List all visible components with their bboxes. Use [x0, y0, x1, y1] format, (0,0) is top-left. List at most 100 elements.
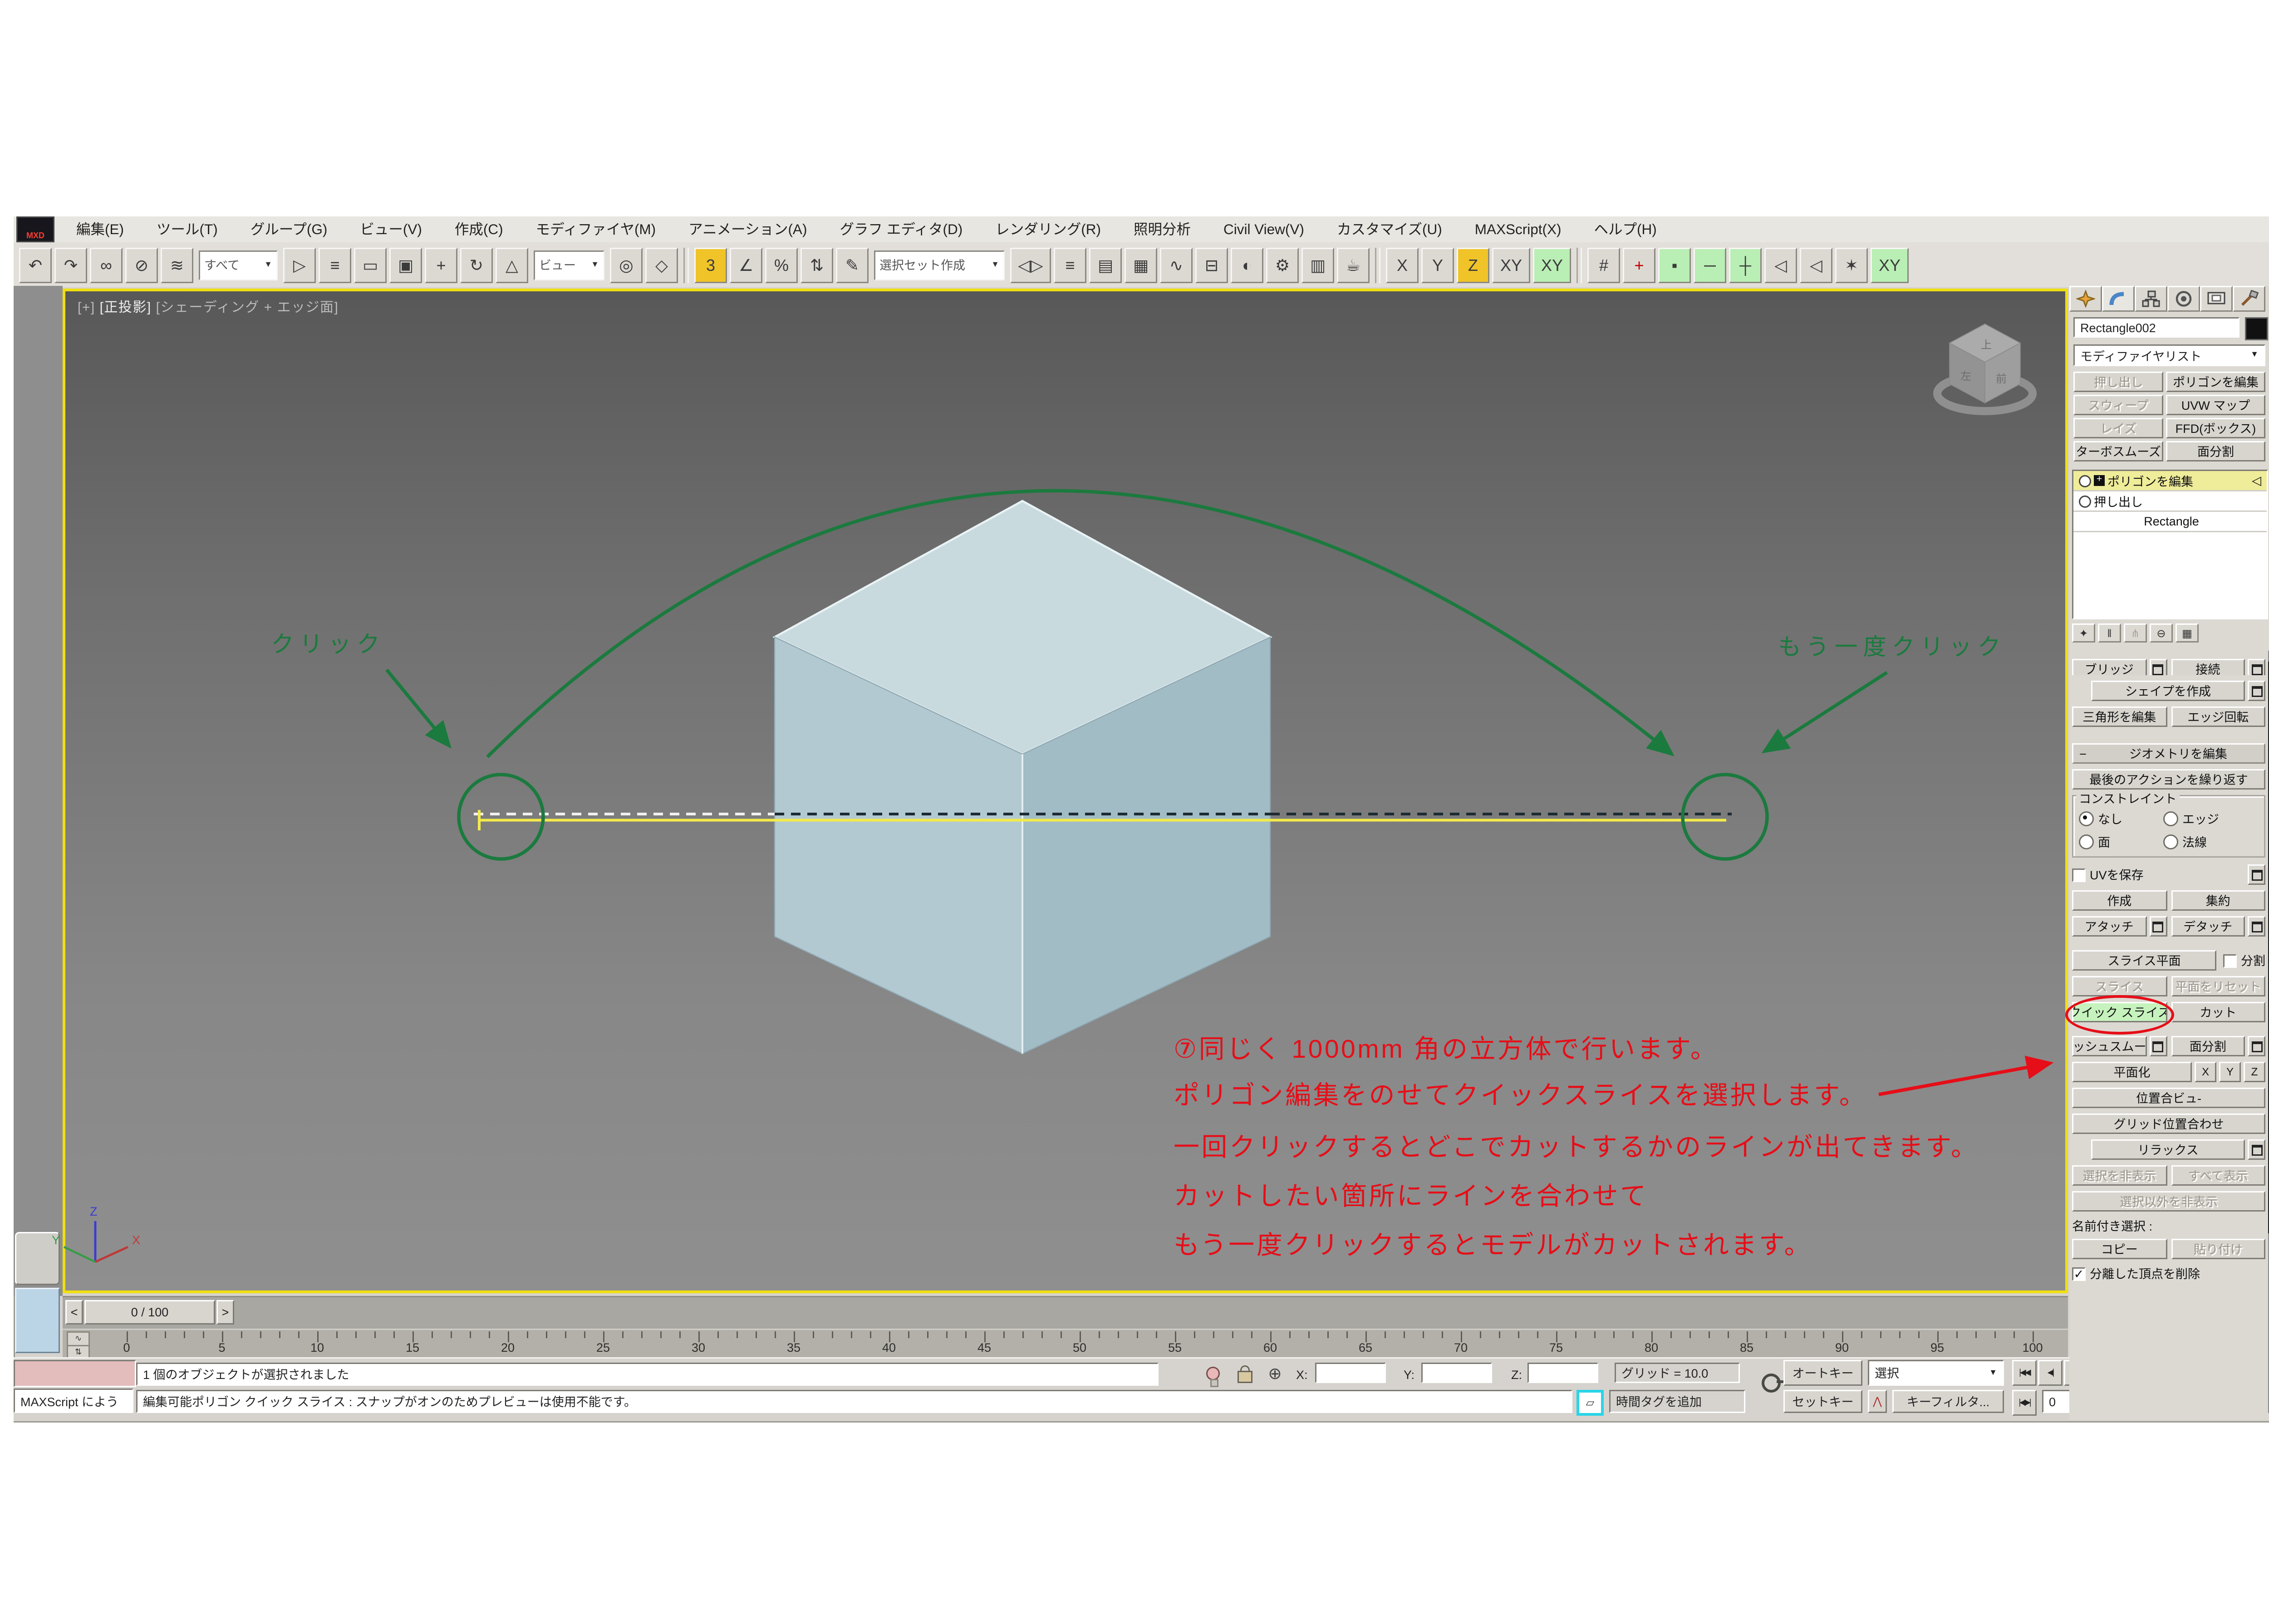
- relax-button[interactable]: リラックス: [2091, 1139, 2245, 1160]
- radio-icon[interactable]: [2163, 834, 2178, 849]
- bridge-connect-a-button[interactable]: ブリッジ: [2072, 659, 2146, 675]
- select-object-icon[interactable]: ▷: [283, 247, 316, 283]
- repeat-last-button[interactable]: 最後のアクションを繰り返す: [2072, 769, 2265, 790]
- quick-modifier-button-5[interactable]: FFD(ボックス): [2166, 418, 2265, 438]
- delete-isolated-vertices-checkbox[interactable]: ✓: [2072, 1266, 2086, 1281]
- menu-item-8[interactable]: レンダリング(R): [979, 219, 1117, 240]
- isolate-selection-icon[interactable]: [1203, 1363, 1221, 1387]
- slice-resetplane-a-button[interactable]: スライス: [2072, 976, 2167, 996]
- copy-paste-b-button[interactable]: 貼り付け: [2171, 1239, 2265, 1259]
- add-time-tag[interactable]: 時間タグを追加: [1609, 1390, 1745, 1413]
- visibility-bulb-icon[interactable]: [2079, 495, 2091, 507]
- preserve-uv-checkbox[interactable]: [2072, 868, 2086, 882]
- attach-detach-b-settings-icon[interactable]: [2248, 916, 2265, 937]
- app-logo[interactable]: MXD: [16, 216, 54, 242]
- configure-modifier-sets-icon[interactable]: ▦: [2176, 623, 2199, 643]
- use-pivot-center-icon[interactable]: ◎: [610, 247, 643, 283]
- y-coord-field[interactable]: [1421, 1363, 1492, 1383]
- bridge-connect-b-settings-icon[interactable]: [2248, 659, 2265, 675]
- make-planar-button[interactable]: 平面化: [2072, 1062, 2192, 1082]
- select-rotate-icon[interactable]: ↻: [460, 247, 493, 283]
- selection-lock-icon[interactable]: [1236, 1363, 1254, 1383]
- meshsmooth-tessellate-b-settings-icon[interactable]: [2248, 1036, 2265, 1056]
- menu-item-4[interactable]: 作成(C): [438, 219, 520, 240]
- attach-detach-a-settings-icon[interactable]: [2149, 916, 2167, 937]
- create-collapse-b-button[interactable]: 集約: [2171, 890, 2265, 911]
- graphite-toggle-icon[interactable]: ▦: [1125, 247, 1157, 283]
- time-tag-cube-icon[interactable]: ▱: [1577, 1390, 1604, 1416]
- menu-item-9[interactable]: 照明分析: [1117, 219, 1207, 240]
- modifier-list-dropdown[interactable]: モディファイヤリスト ▼: [2073, 344, 2265, 366]
- hide-selected-unhideall-a-button[interactable]: 選択を非表示: [2072, 1165, 2167, 1186]
- rect-selection-region-icon[interactable]: ▭: [354, 247, 387, 283]
- visibility-bulb-icon[interactable]: [2079, 474, 2091, 487]
- radio-icon[interactable]: [2163, 811, 2178, 826]
- angle-snap-icon[interactable]: ∠: [730, 247, 762, 283]
- time-slider-button[interactable]: 0 / 100: [84, 1300, 215, 1325]
- select-scale-icon[interactable]: △: [496, 247, 528, 283]
- show-end-result-icon[interactable]: ‖: [2098, 623, 2121, 643]
- hide-unselected-button[interactable]: 選択以外を非表示: [2072, 1191, 2265, 1212]
- object-color-swatch[interactable]: [2245, 317, 2268, 340]
- panel-tab-modify[interactable]: [2102, 286, 2135, 312]
- snap-midpoint-icon[interactable]: ┼: [1729, 247, 1762, 283]
- quick-modifier-button-0[interactable]: 押し出し: [2073, 372, 2163, 392]
- track-bar[interactable]: ∿ ⇅ 0 5 10 15 20 25 30 35 40 45 50 55 60 65 70 75 80 85 90…: [63, 1329, 2068, 1360]
- key-mode-toggle-button[interactable]: |◀▶|: [2012, 1390, 2037, 1416]
- select-move-icon[interactable]: +: [425, 247, 457, 283]
- meshsmooth-tessellate-a-button[interactable]: メッシュスムーズ: [2072, 1036, 2146, 1056]
- ref-coord-dropdown[interactable]: ビュー ▼: [534, 250, 604, 280]
- select-and-link-icon[interactable]: ∞: [90, 247, 123, 283]
- time-slider-prev-button[interactable]: <: [65, 1300, 83, 1325]
- render-production-icon[interactable]: ☕: [1337, 247, 1370, 283]
- make-unique-icon[interactable]: ⋔: [2124, 623, 2147, 643]
- make-planar-x-button[interactable]: X: [2195, 1062, 2216, 1082]
- rollout-header-edit-geometry[interactable]: − ジオメトリを編集: [2072, 743, 2265, 764]
- meshsmooth-tessellate-b-button[interactable]: 面分割: [2171, 1036, 2245, 1056]
- x-coord-field[interactable]: [1315, 1363, 1386, 1383]
- slice-resetplane-b-button[interactable]: 平面をリセット: [2171, 976, 2265, 996]
- collapse-icon[interactable]: −: [2073, 747, 2092, 760]
- axis-y-button[interactable]: Y: [1421, 247, 1454, 283]
- constraints-radio-2[interactable]: 面: [2079, 833, 2163, 851]
- set-key-mode-icon[interactable]: ⋀: [1868, 1390, 1887, 1413]
- snap-face-icon[interactable]: ◁: [1764, 247, 1797, 283]
- viewport-label[interactable]: [+] [正投影] [シェーディング + エッジ面]: [78, 295, 339, 316]
- remove-modifier-icon[interactable]: ⊖: [2150, 623, 2173, 643]
- stack-item-0[interactable]: + ポリゴンを編集 ◁: [2073, 471, 2267, 491]
- object-name-field[interactable]: Rectangle002: [2073, 317, 2240, 338]
- time-slider-track[interactable]: < 0 / 100 >: [63, 1296, 2068, 1329]
- snap-axis-constraint-icon[interactable]: XY: [1533, 247, 1571, 283]
- mirror-icon[interactable]: ◁▷: [1010, 247, 1051, 283]
- stack-item-1[interactable]: 押し出し: [2073, 491, 2267, 512]
- create-shape-button[interactable]: シェイプを作成: [2091, 681, 2245, 701]
- menu-item-11[interactable]: カスタマイズ(U): [1321, 219, 1459, 240]
- align-icon[interactable]: ≡: [1054, 247, 1086, 283]
- edit-triangulation-turn-b-button[interactable]: エッジ回転: [2171, 707, 2265, 727]
- auto-key-button[interactable]: オートキー: [1783, 1360, 1862, 1386]
- z-coord-field[interactable]: [1527, 1363, 1598, 1383]
- axis-z-button[interactable]: Z: [1457, 247, 1489, 283]
- select-by-name-icon[interactable]: ≡: [319, 247, 351, 283]
- panel-tab-utilities[interactable]: [2233, 286, 2265, 312]
- render-setup-icon[interactable]: ⚙: [1266, 247, 1299, 283]
- grid-align-button[interactable]: グリッド位置合わせ: [2072, 1114, 2265, 1134]
- menu-item-1[interactable]: ツール(T): [140, 219, 234, 240]
- snap-frozen-icon[interactable]: ✶: [1835, 247, 1868, 283]
- edit-named-sets-icon[interactable]: ✎: [836, 247, 869, 283]
- previous-frame-button[interactable]: ◀|: [2038, 1360, 2063, 1386]
- make-planar-z-button[interactable]: Z: [2244, 1062, 2265, 1082]
- layer-manager-icon[interactable]: ▤: [1089, 247, 1122, 283]
- menu-item-13[interactable]: ヘルプ(H): [1578, 219, 1673, 240]
- mini-curve-editor-icon[interactable]: ∿: [67, 1331, 90, 1346]
- expand-icon[interactable]: +: [2094, 475, 2105, 486]
- pin-stack-icon[interactable]: ✦: [2072, 623, 2095, 643]
- attach-detach-a-button[interactable]: アタッチ: [2072, 916, 2146, 937]
- bridge-connect-b-button[interactable]: 接続: [2171, 659, 2245, 675]
- snap-edge-icon[interactable]: ─: [1694, 247, 1726, 283]
- copy-paste-a-button[interactable]: コピー: [2072, 1239, 2167, 1259]
- schematic-view-icon[interactable]: ⊟: [1195, 247, 1228, 283]
- snap-pivot-icon[interactable]: +: [1623, 247, 1655, 283]
- selection-filter-dropdown[interactable]: すべて ▼: [199, 250, 278, 280]
- panel-tab-create[interactable]: [2069, 286, 2102, 312]
